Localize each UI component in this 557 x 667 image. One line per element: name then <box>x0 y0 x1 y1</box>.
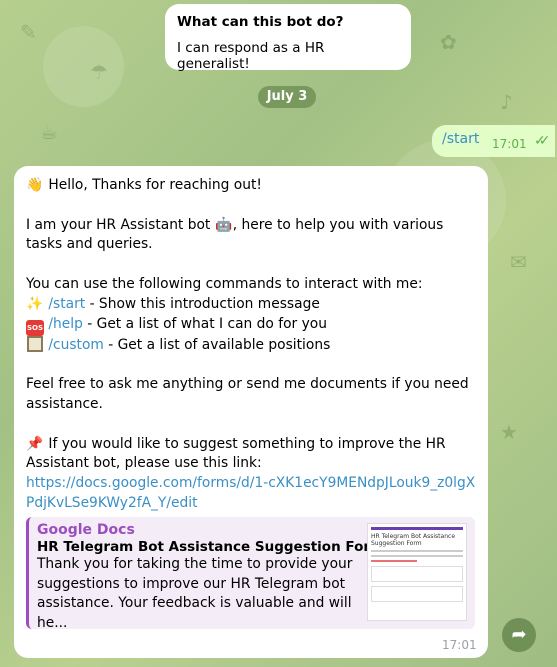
sparkles-icon: ✨ <box>26 295 44 312</box>
preview-description: Thank you for taking the time to provide… <box>37 556 353 631</box>
doodle-icon: ✉ <box>510 250 527 274</box>
doodle-icon: ✎ <box>20 20 37 44</box>
notepad-icon <box>27 335 43 352</box>
command-row-help: SOS /help - Get a list of what I can do … <box>26 315 476 336</box>
robot-icon: 🤖 <box>215 216 233 233</box>
link-preview-card[interactable]: Google Docs HR Telegram Bot Assistance S… <box>26 517 475 631</box>
form-link[interactable]: https://docs.google.com/forms/d/1-cXK1ec… <box>26 475 475 511</box>
command-row-start: ✨ /start - Show this introduction messag… <box>26 295 476 315</box>
waving-hand-icon: 👋 <box>26 177 44 193</box>
help-command-link[interactable]: /help <box>48 316 82 332</box>
doodle-icon: ✿ <box>440 30 457 54</box>
intro-paragraph: I am your HR Assistant bot 🤖, here to he… <box>26 216 444 253</box>
date-separator: July 3 <box>258 86 316 108</box>
pushpin-icon: 📌 <box>26 435 44 452</box>
bot-info-card: What can this bot do? I can respond as a… <box>165 4 411 72</box>
doodle-icon: ☕ <box>40 120 58 144</box>
thumbnail-header-bar <box>371 527 463 530</box>
thumbnail-title: HR Telegram Bot Assistance Suggestion Fo… <box>371 533 456 547</box>
start-command-link[interactable]: /start <box>48 296 85 312</box>
doodle-icon: ☂ <box>90 60 108 84</box>
commands-intro: You can use the following commands to in… <box>26 275 423 292</box>
share-button[interactable]: ➦ <box>502 618 536 652</box>
custom-command-link[interactable]: /custom <box>48 337 103 353</box>
message-timestamp: 17:01 <box>492 137 527 151</box>
greeting-line: 👋 Hello, Thanks for reaching out! <box>26 176 476 196</box>
sos-icon: SOS <box>26 319 44 336</box>
doodle-icon: ★ <box>500 420 518 444</box>
doodle-icon: ♪ <box>500 90 513 114</box>
free-text-paragraph: Feel free to ask me anything or send me … <box>26 376 469 412</box>
bot-info-text: I can respond as a HR generalist! <box>177 40 325 72</box>
bot-info-title: What can this bot do? <box>177 14 344 30</box>
forward-arrow-icon: ➦ <box>511 624 527 645</box>
suggest-paragraph: 📌 If you would like to suggest something… <box>26 435 446 472</box>
double-check-icon: ✓✓ <box>534 133 551 149</box>
message-timestamp: 17:01 <box>442 638 477 652</box>
outgoing-message[interactable]: /start 17:01 ✓✓ <box>432 125 555 157</box>
preview-thumbnail[interactable]: HR Telegram Bot Assistance Suggestion Fo… <box>367 523 467 621</box>
outgoing-message-text[interactable]: /start <box>442 131 479 147</box>
command-row-custom: /custom - Get a list of available positi… <box>26 335 476 356</box>
